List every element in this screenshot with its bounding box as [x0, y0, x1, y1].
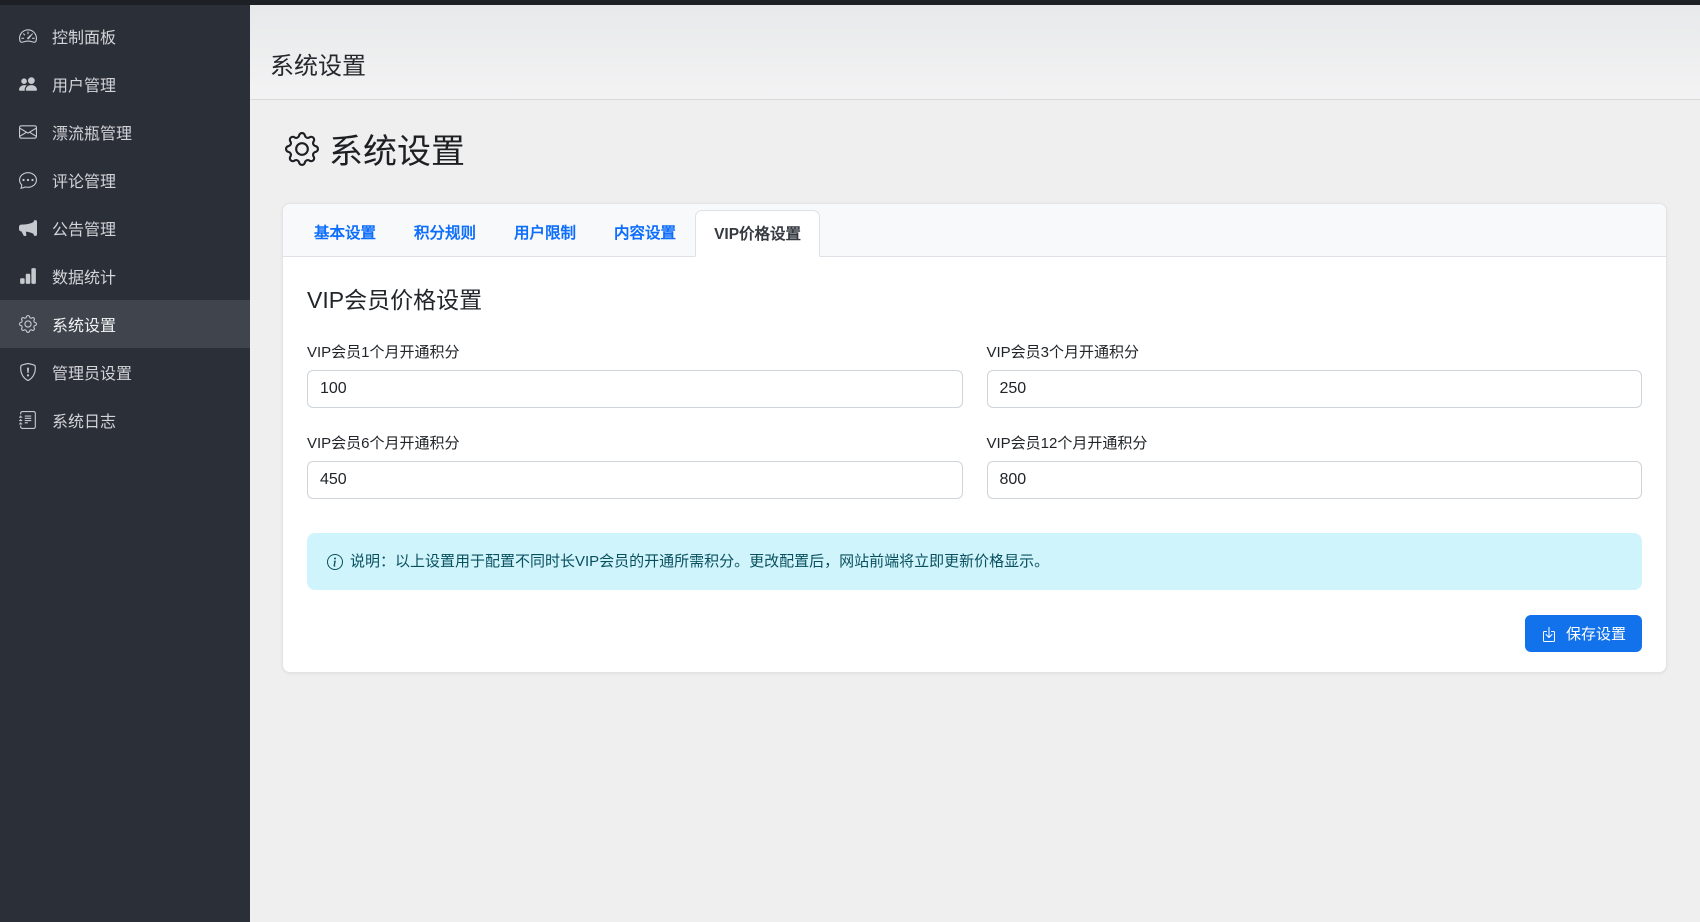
field-label: VIP会员3个月开通积分	[987, 341, 1643, 362]
page-title: 系统设置	[270, 46, 1670, 81]
sidebar-item-label: 用户管理	[52, 72, 116, 96]
sidebar-item-label: 公告管理	[52, 216, 116, 240]
field-label: VIP会员1个月开通积分	[307, 341, 963, 362]
comment-icon	[18, 170, 38, 190]
field-input[interactable]	[307, 370, 963, 408]
save-icon	[1541, 626, 1557, 642]
sidebar-item-label: 数据统计	[52, 264, 116, 288]
envelope-icon	[18, 122, 38, 142]
page-heading: 系统设置	[285, 124, 1670, 173]
sidebar-item-dashboard[interactable]: 控制面板	[0, 12, 250, 60]
sidebar-item-announce[interactable]: 公告管理	[0, 204, 250, 252]
tab-basic[interactable]: 基本设置	[295, 209, 395, 256]
info-alert-text: 说明：以上设置用于配置不同时长VIP会员的开通所需积分。更改配置后，网站前端将立…	[350, 551, 1049, 572]
megaphone-icon	[18, 218, 38, 238]
sidebar-item-label: 漂流瓶管理	[52, 120, 132, 144]
sidebar-item-admins[interactable]: 管理员设置	[0, 348, 250, 396]
gear-icon	[18, 314, 38, 334]
sidebar-item-stats[interactable]: 数据统计	[0, 252, 250, 300]
sidebar-item-bottles[interactable]: 漂流瓶管理	[0, 108, 250, 156]
field-vip-6month: VIP会员6个月开通积分	[307, 432, 963, 499]
sidebar-item-settings[interactable]: 系统设置	[0, 300, 250, 348]
sidebar: 控制面板 用户管理 漂流瓶管理 评论管理 公告管理	[0, 0, 250, 922]
tab-panel-vip-price: VIP会员价格设置 VIP会员1个月开通积分 VIP会员3个月开通积分 VIP会…	[283, 257, 1666, 672]
journal-icon	[18, 410, 38, 430]
tab-points-rule[interactable]: 积分规则	[395, 209, 495, 256]
vip-price-form: VIP会员1个月开通积分 VIP会员3个月开通积分 VIP会员6个月开通积分	[307, 341, 1642, 499]
field-input[interactable]	[987, 461, 1643, 499]
footer-actions: 保存设置	[307, 615, 1642, 652]
field-input[interactable]	[987, 370, 1643, 408]
tab-user-limit[interactable]: 用户限制	[495, 209, 595, 256]
field-vip-1month: VIP会员1个月开通积分	[307, 341, 963, 408]
settings-card: 基本设置 积分规则 用户限制 内容设置 VIP价格设置	[282, 203, 1667, 673]
sidebar-item-label: 系统日志	[52, 408, 116, 432]
info-icon	[327, 554, 343, 570]
shield-icon	[18, 362, 38, 382]
sidebar-item-label: 系统设置	[52, 312, 116, 336]
users-icon	[18, 74, 38, 94]
info-alert: 说明：以上设置用于配置不同时长VIP会员的开通所需积分。更改配置后，网站前端将立…	[307, 533, 1642, 590]
field-input[interactable]	[307, 461, 963, 499]
sidebar-item-logs[interactable]: 系统日志	[0, 396, 250, 444]
bar-chart-icon	[18, 266, 38, 286]
field-vip-12month: VIP会员12个月开通积分	[987, 432, 1643, 499]
gear-icon	[285, 132, 319, 166]
save-settings-button[interactable]: 保存设置	[1525, 615, 1642, 652]
tab-vip-price[interactable]: VIP价格设置	[695, 210, 820, 257]
sidebar-item-label: 控制面板	[52, 24, 116, 48]
field-label: VIP会员6个月开通积分	[307, 432, 963, 453]
sidebar-item-label: 评论管理	[52, 168, 116, 192]
page-heading-text: 系统设置	[329, 124, 465, 173]
tab-content[interactable]: 内容设置	[595, 209, 695, 256]
sidebar-item-label: 管理员设置	[52, 360, 132, 384]
field-label: VIP会员12个月开通积分	[987, 432, 1643, 453]
dashboard-icon	[18, 26, 38, 46]
field-vip-3month: VIP会员3个月开通积分	[987, 341, 1643, 408]
settings-tabs: 基本设置 积分规则 用户限制 内容设置 VIP价格设置	[283, 204, 1666, 257]
sidebar-item-comments[interactable]: 评论管理	[0, 156, 250, 204]
sidebar-item-users[interactable]: 用户管理	[0, 60, 250, 108]
section-title: VIP会员价格设置	[307, 281, 1642, 315]
top-border	[0, 0, 1700, 5]
topbar: 系统设置	[250, 0, 1700, 100]
main-content: 系统设置 系统设置 基本设置 积分规则 用户限制	[250, 0, 1700, 922]
